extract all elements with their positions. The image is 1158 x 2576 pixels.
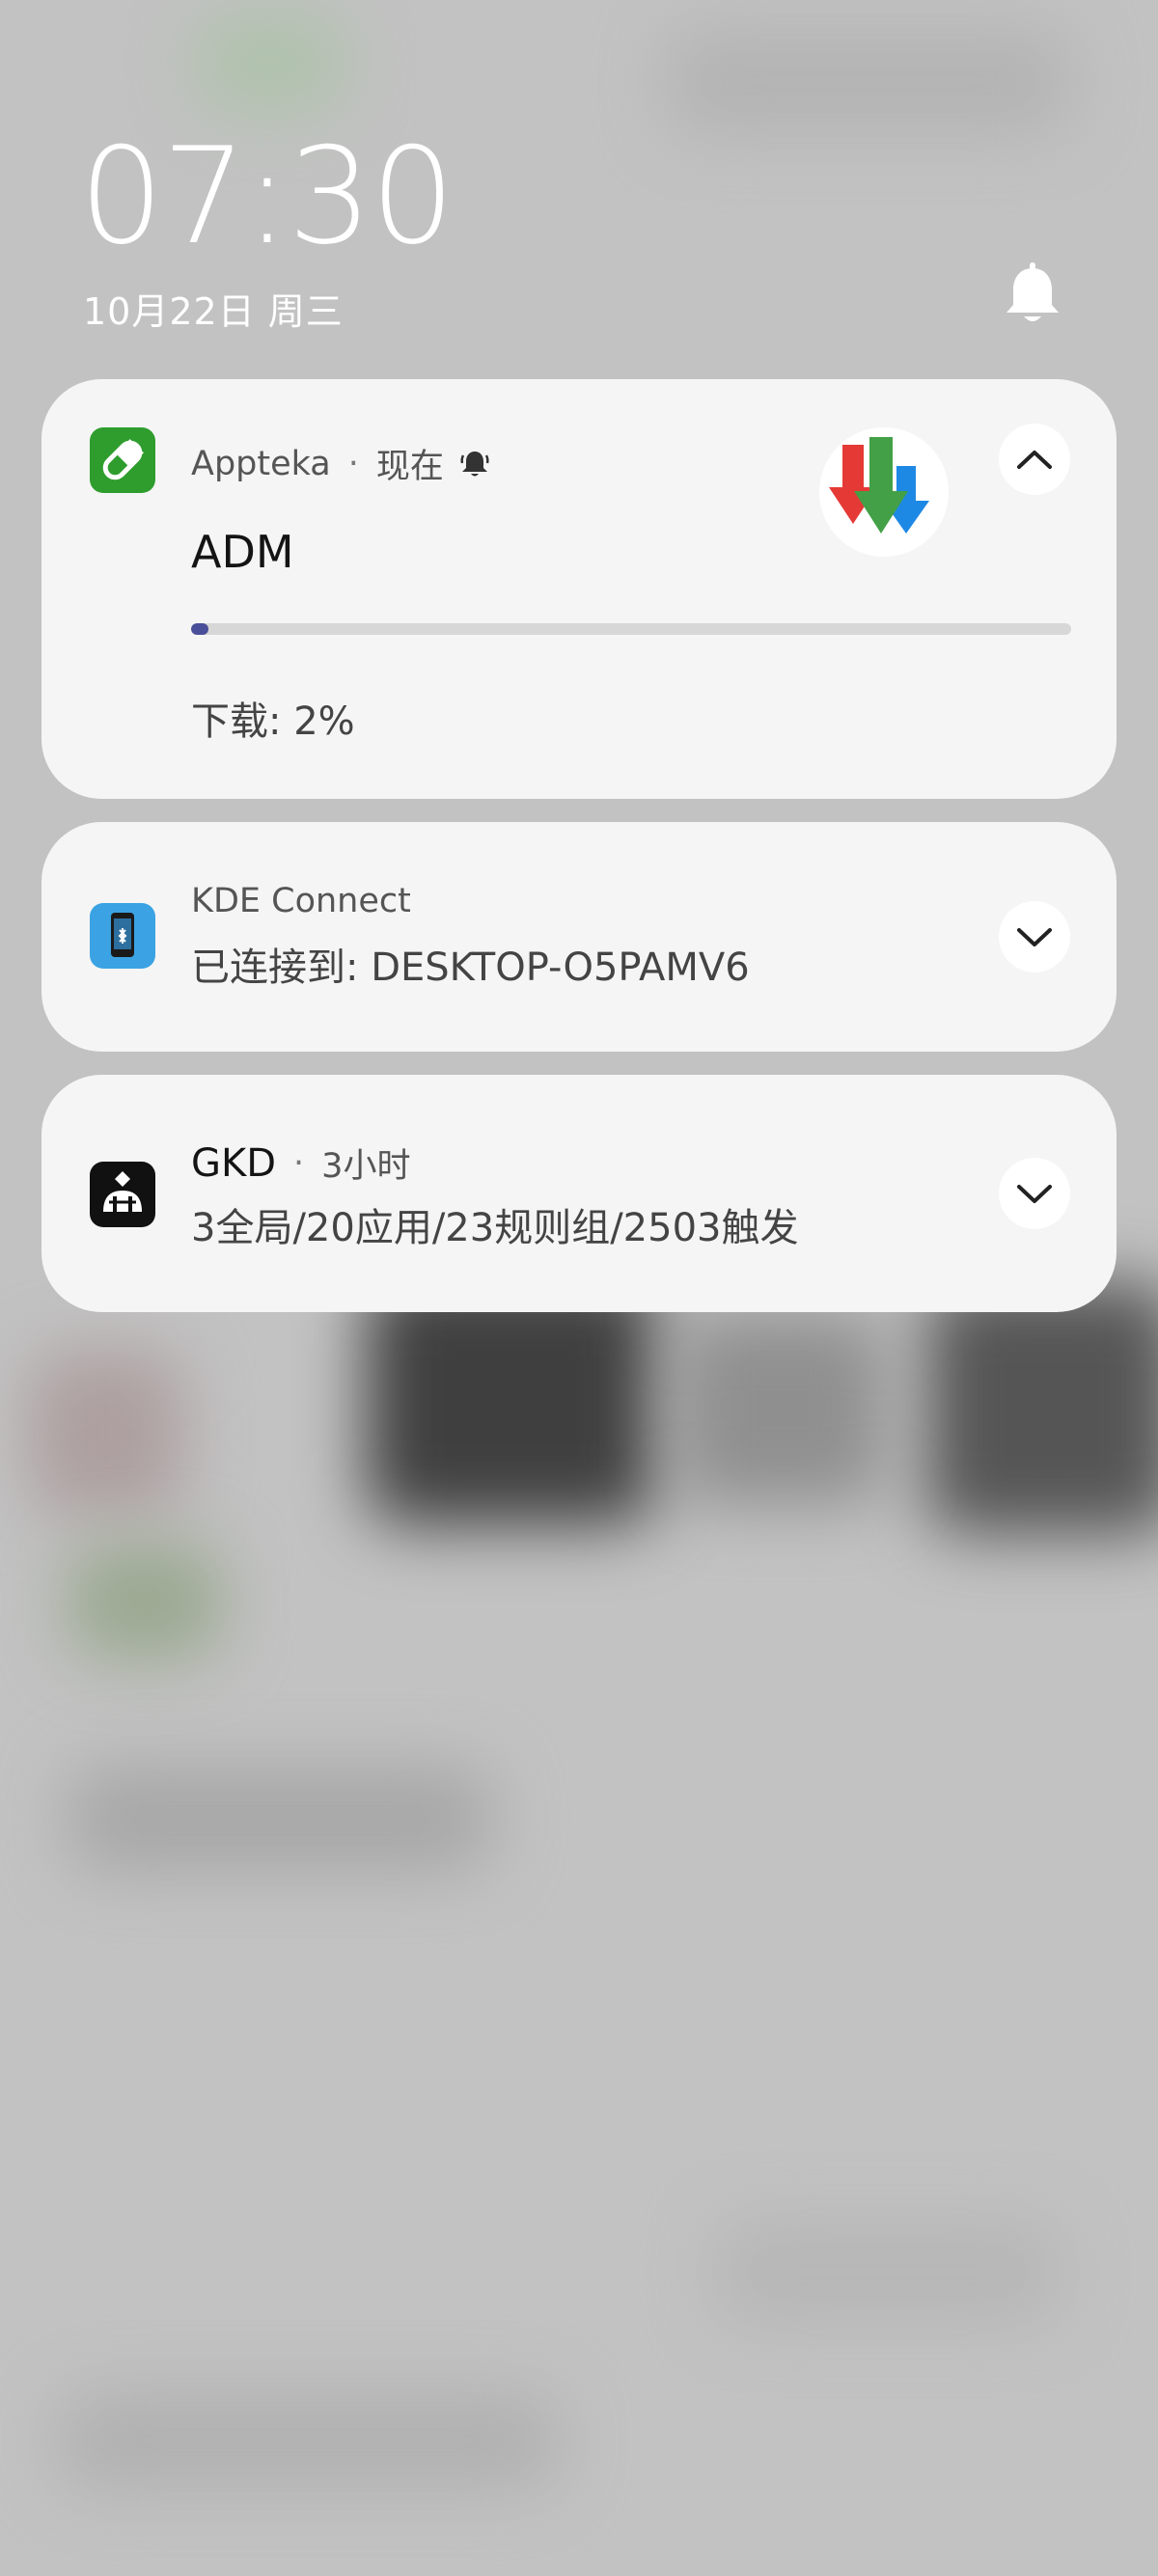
blurred-background-shape (676, 1312, 888, 1505)
expand-button[interactable] (999, 1158, 1070, 1229)
notification-header: GKD · 3小时 (191, 1138, 410, 1188)
clock-date: 10月22日 周三 (83, 290, 344, 333)
alert-bell-icon (459, 448, 490, 480)
notification-appteka[interactable]: Appteka · 现在 ADM 下载: 2% (41, 379, 1117, 799)
pill-icon (90, 427, 155, 493)
blurred-background-shape (926, 1283, 1158, 1534)
notification-gkd[interactable]: GKD · 3小时 3全局/20应用/23规则组/2503触发 (41, 1075, 1117, 1312)
collapse-button[interactable] (999, 424, 1070, 495)
adm-download-arrows-icon (819, 427, 949, 557)
blurred-background-shape (714, 2219, 1062, 2325)
notification-text: 已连接到: DESKTOP-O5PAMV6 (191, 945, 750, 990)
notification-time: 现在 (375, 448, 444, 486)
download-status: 下载: 2% (191, 699, 355, 744)
chevron-up-icon (1017, 451, 1052, 469)
notification-title: ADM (191, 526, 294, 578)
separator-dot: · (293, 1143, 305, 1183)
download-progress-fill (191, 623, 209, 635)
phone-link-icon (90, 903, 155, 969)
chevron-down-icon (1017, 928, 1052, 946)
app-name: GKD (191, 1140, 277, 1186)
blurred-background-shape (68, 1766, 492, 1872)
blurred-background-shape (666, 29, 1071, 135)
bell-icon (1006, 262, 1059, 321)
notification-header: Appteka · 现在 (191, 439, 490, 488)
notification-kde-connect[interactable]: KDE Connect 已连接到: DESKTOP-O5PAMV6 (41, 822, 1117, 1052)
chevron-down-icon (1017, 1185, 1052, 1203)
app-name: KDE Connect (191, 882, 411, 920)
lock-screen: 07:30 10月22日 周三 Appteka · 现在 ADM 下载: 2% … (0, 0, 1158, 2576)
blurred-background-shape (29, 1351, 183, 1515)
separator-dot: · (347, 444, 359, 483)
download-progress-bar (191, 623, 1071, 635)
blurred-background-shape (58, 2393, 560, 2489)
notification-bell-button[interactable] (1002, 262, 1063, 330)
app-name: Appteka (191, 444, 331, 483)
expand-button[interactable] (999, 901, 1070, 973)
notification-time: 3小时 (321, 1147, 411, 1186)
notification-header: KDE Connect (191, 882, 411, 920)
clock-time: 07:30 (79, 119, 455, 274)
blurred-background-shape (68, 1544, 222, 1659)
blurred-background-shape (193, 10, 347, 116)
notification-text: 3全局/20应用/23规则组/2503触发 (191, 1206, 799, 1250)
gkd-robot-icon (90, 1162, 155, 1227)
